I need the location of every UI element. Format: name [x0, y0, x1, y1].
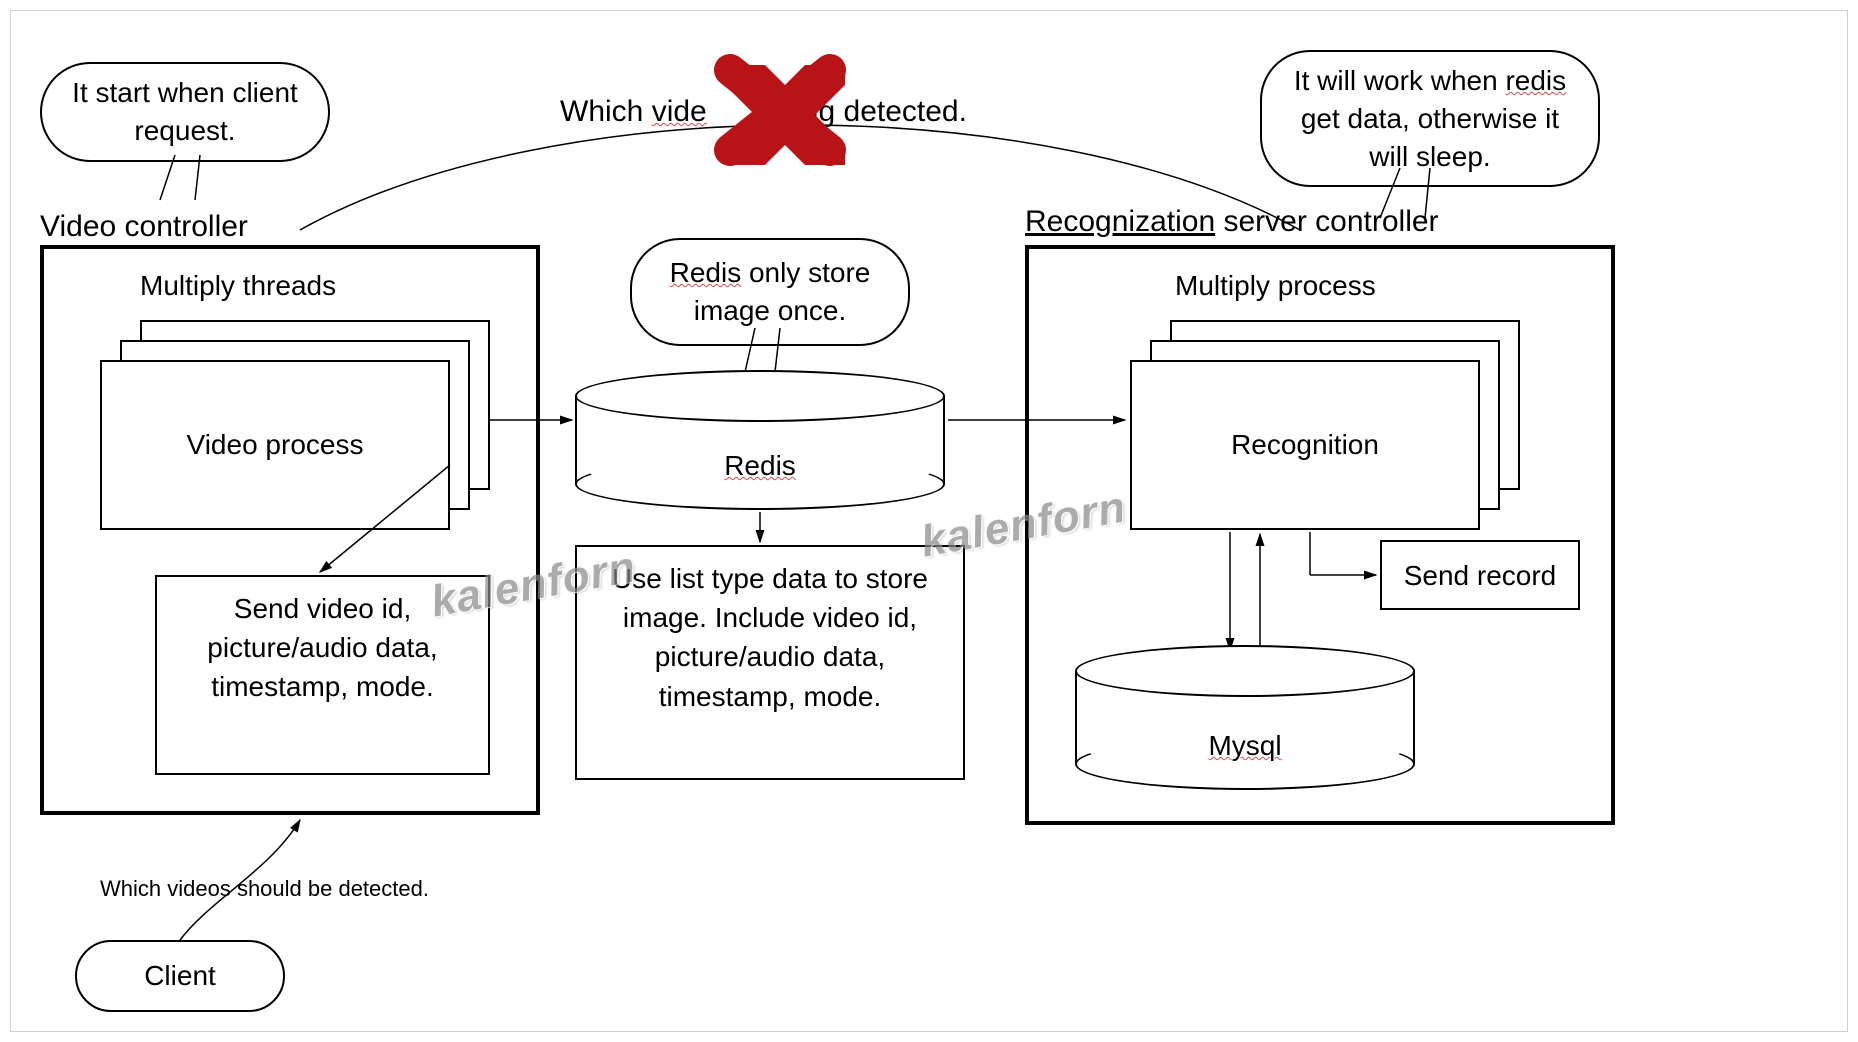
multiply-process-label: Multiply process [1175, 270, 1376, 302]
video-process-box: Video process [100, 360, 450, 530]
client-oval: Client [75, 940, 285, 1012]
speech-right: It will work when redis get data, otherw… [1260, 50, 1600, 187]
video-controller-title: Video controller [40, 210, 248, 244]
redis-speech: Redis only store image once. [630, 238, 910, 346]
mysql-cylinder: Mysql [1075, 645, 1415, 790]
send-record-box: Send record [1380, 540, 1580, 610]
multiply-threads-label: Multiply threads [140, 270, 336, 302]
red-x-icon [710, 50, 850, 170]
client-note: Which videos should be detected. [100, 875, 429, 904]
speech-left: It start when client request. [40, 62, 330, 162]
recog-controller-title: Recognization server controller [1025, 205, 1439, 239]
redis-cylinder: Redis [575, 370, 945, 510]
recognition-box: Recognition [1130, 360, 1480, 530]
